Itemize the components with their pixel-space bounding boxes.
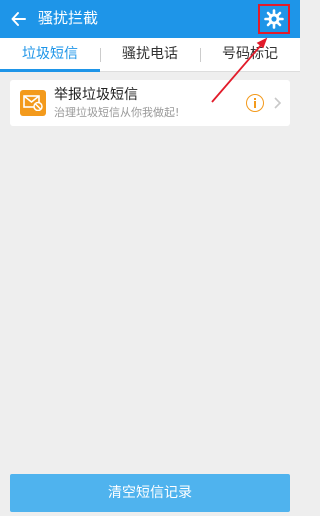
clear-sms-records-button[interactable]: 清空短信记录 [10,474,290,512]
page-title: 骚扰拦截 [38,9,99,27]
card-subtitle: 治理垃圾短信从你我做起! [54,106,180,119]
active-tab-indicator [0,69,100,72]
envelope-block-icon [20,90,46,116]
tab-number-marking[interactable]: 号码标记 [200,38,300,71]
tab-harassing-calls[interactable]: 骚扰电话 [100,38,200,71]
settings-button[interactable] [258,4,290,34]
report-spam-sms-card[interactable]: 举报垃圾短信 治理垃圾短信从你我做起! [10,80,290,126]
info-icon[interactable] [246,94,264,112]
chevron-right-icon [274,97,282,109]
app-header: 骚扰拦截 [0,0,300,38]
tab-bar: 垃圾短信 骚扰电话 号码标记 [0,38,300,72]
gear-icon [264,9,284,29]
back-arrow-icon[interactable] [10,10,28,28]
tab-spam-sms[interactable]: 垃圾短信 [0,38,100,71]
card-title: 举报垃圾短信 [54,87,138,103]
